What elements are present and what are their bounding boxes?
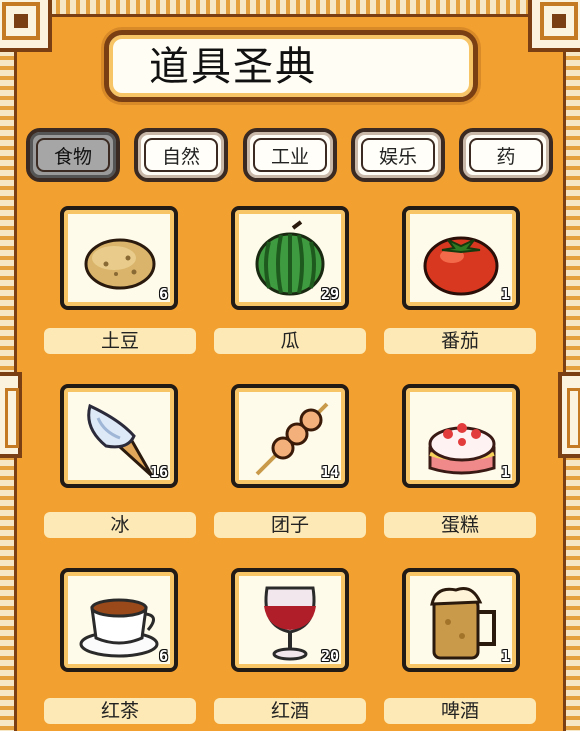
tea-cup-icon — [79, 598, 159, 658]
item-name-label: 土豆 — [44, 328, 196, 354]
item-count: 1 — [500, 647, 510, 665]
item-count: 16 — [149, 463, 168, 481]
side-ornament-right — [558, 372, 580, 458]
corner-ornament-top-left — [0, 0, 52, 52]
item-encyclopedia-screen: 道具圣典 食物 自然 工业 娱乐 药 6 土豆 29 瓜 1 番茄 16 冰 1… — [0, 0, 580, 731]
item-card-tomato[interactable]: 1 — [402, 206, 520, 310]
item-card-ice-cream[interactable]: 16 — [60, 384, 178, 488]
item-name-label: 红茶 — [44, 698, 196, 724]
item-count: 6 — [158, 647, 168, 665]
tab-nature[interactable]: 自然 — [134, 128, 228, 182]
item-name-label: 番茄 — [384, 328, 536, 354]
item-count: 1 — [500, 463, 510, 481]
frame-top-border — [0, 0, 580, 17]
tab-industry[interactable]: 工业 — [243, 128, 337, 182]
tab-entertainment[interactable]: 娱乐 — [351, 128, 445, 182]
frame-left-border — [0, 0, 17, 731]
item-name-label: 瓜 — [214, 328, 366, 354]
tab-medicine[interactable]: 药 — [459, 128, 553, 182]
item-card-beer[interactable]: 1 — [402, 568, 520, 672]
item-card-tea[interactable]: 6 — [60, 568, 178, 672]
beer-mug-icon — [430, 587, 496, 660]
item-card-dango[interactable]: 14 — [231, 384, 349, 488]
potato-icon — [84, 238, 156, 290]
item-card-watermelon[interactable]: 29 — [231, 206, 349, 310]
item-card-cake[interactable]: 1 — [402, 384, 520, 488]
tab-food[interactable]: 食物 — [26, 128, 120, 182]
item-count: 6 — [158, 285, 168, 303]
item-count: 29 — [320, 285, 339, 303]
tomato-icon — [423, 236, 499, 296]
item-count: 20 — [320, 647, 339, 665]
frame-right-border — [563, 0, 580, 731]
title-panel: 道具圣典 — [104, 30, 478, 102]
item-count: 14 — [320, 463, 339, 481]
corner-ornament-top-right — [528, 0, 580, 52]
page-title: 道具圣典 — [149, 44, 317, 90]
tab-nature-label: 自然 — [144, 138, 218, 172]
item-count: 1 — [500, 285, 510, 303]
tab-medicine-label: 药 — [469, 138, 543, 172]
side-ornament-left — [0, 372, 22, 458]
tab-food-label: 食物 — [36, 138, 110, 172]
tab-industry-label: 工业 — [253, 138, 327, 172]
cake-icon — [428, 423, 496, 475]
item-card-potato[interactable]: 6 — [60, 206, 178, 310]
item-name-label: 蛋糕 — [384, 512, 536, 538]
item-name-label: 团子 — [214, 512, 366, 538]
tab-entertainment-label: 娱乐 — [361, 138, 435, 172]
item-name-label: 红酒 — [214, 698, 366, 724]
item-card-red-wine[interactable]: 20 — [231, 568, 349, 672]
item-name-label: 冰 — [44, 512, 196, 538]
item-name-label: 啤酒 — [384, 698, 536, 724]
